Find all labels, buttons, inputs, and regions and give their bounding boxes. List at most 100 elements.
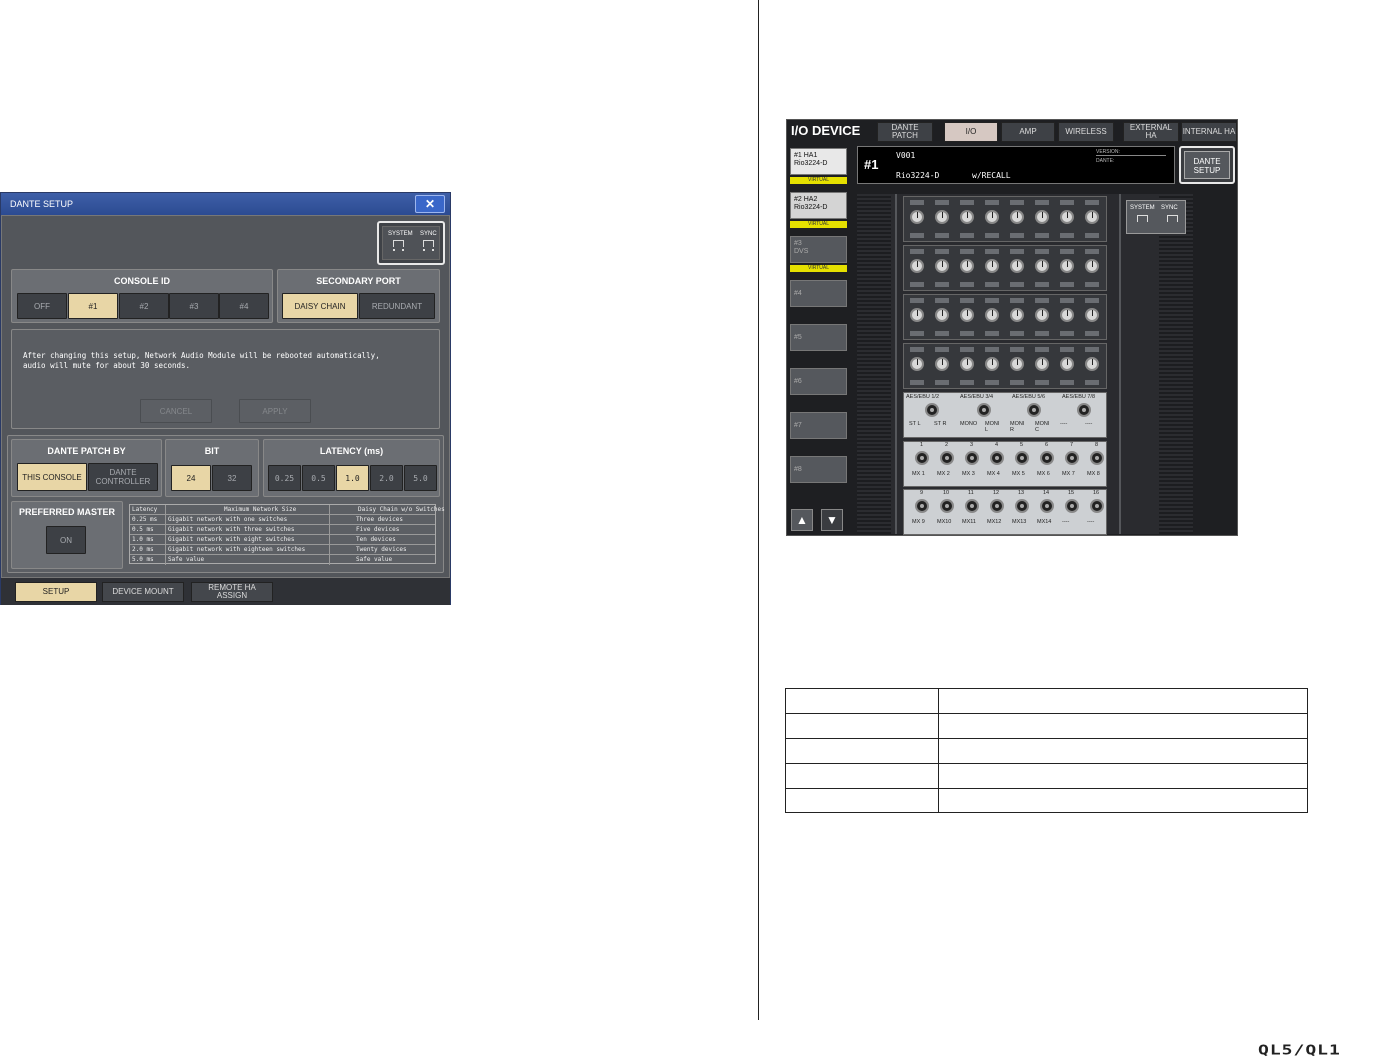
gain-knob-icon[interactable] <box>1010 357 1024 371</box>
system-sync-indicator[interactable]: SYSTEM SYNC <box>377 221 445 265</box>
led-indicator <box>1010 380 1024 385</box>
gain-knob-icon[interactable] <box>1010 210 1024 224</box>
latency-20-button[interactable]: 2.0 <box>370 465 403 491</box>
gain-knob-icon[interactable] <box>1060 259 1074 273</box>
gain-knob-icon[interactable] <box>1035 210 1049 224</box>
tab-setup[interactable]: SETUP <box>15 582 97 602</box>
gain-knob-icon[interactable] <box>910 357 924 371</box>
tab-device-mount[interactable]: DEVICE MOUNT <box>102 582 184 602</box>
led-indicator <box>960 331 974 336</box>
latency-05-button[interactable]: 0.5 <box>302 465 335 491</box>
gain-knob-icon[interactable] <box>960 259 974 273</box>
close-button[interactable]: ✕ <box>415 195 445 213</box>
slot-4[interactable]: #4 <box>790 280 847 307</box>
tab-amp[interactable]: AMP <box>1001 122 1055 142</box>
gain-knob-icon[interactable] <box>1060 357 1074 371</box>
tab-external-ha[interactable]: EXTERNAL HA <box>1123 122 1179 142</box>
table-row <box>786 788 1307 789</box>
tab-remote-ha-assign[interactable]: REMOTE HA ASSIGN <box>191 582 273 602</box>
latency-50-button[interactable]: 5.0 <box>404 465 437 491</box>
latency-025-button[interactable]: 0.25 <box>268 465 301 491</box>
gain-knob-icon[interactable] <box>1035 308 1049 322</box>
led-indicator <box>1085 249 1099 254</box>
gain-knob-icon[interactable] <box>935 357 949 371</box>
gain-knob-icon[interactable] <box>1035 259 1049 273</box>
led-indicator <box>1035 200 1049 205</box>
tab-io[interactable]: I/O <box>944 122 998 142</box>
mix-out-unit-1[interactable]: 1 2 3 4 5 6 7 8 MX 1 MX 2 MX 3 MX 4 MX 5… <box>903 441 1107 487</box>
console-id-1[interactable]: #1 <box>68 293 118 319</box>
bit-24-button[interactable]: 24 <box>171 465 211 491</box>
gain-knob-icon[interactable] <box>1010 259 1024 273</box>
redundant-button[interactable]: REDUNDANT <box>359 293 435 319</box>
scroll-up-button[interactable]: ▲ <box>791 509 813 531</box>
recall-status: w/RECALL <box>972 171 1011 180</box>
gain-knob-icon[interactable] <box>985 357 999 371</box>
led-indicator <box>960 380 974 385</box>
ha-unit-2[interactable] <box>903 245 1107 291</box>
led-indicator <box>1085 298 1099 303</box>
ha-unit-1[interactable] <box>903 196 1107 242</box>
io-device-window: I/O DEVICE DANTE PATCH I/O AMP WIRELESS … <box>786 119 1238 536</box>
dante-patch-by-title: DANTE PATCH BY <box>47 446 126 456</box>
gain-knob-icon[interactable] <box>1085 308 1099 322</box>
gain-knob-icon[interactable] <box>1085 259 1099 273</box>
slot-1[interactable]: #1 HA1 Rio3224-D <box>790 148 847 175</box>
slot-5[interactable]: #5 <box>790 324 847 351</box>
tab-wireless[interactable]: WIRELESS <box>1058 122 1114 142</box>
latency-10-button[interactable]: 1.0 <box>336 465 369 491</box>
aes-ebu-unit[interactable]: AES/EBU 1/2 AES/EBU 3/4 AES/EBU 5/6 AES/… <box>903 392 1107 438</box>
gain-knob-icon[interactable] <box>1085 357 1099 371</box>
gain-knob-icon[interactable] <box>985 210 999 224</box>
gain-knob-icon[interactable] <box>935 210 949 224</box>
aes-connector-icon <box>1027 403 1041 417</box>
bit-32-button[interactable]: 32 <box>212 465 252 491</box>
gain-knob-icon[interactable] <box>960 210 974 224</box>
slot-7[interactable]: #7 <box>790 412 847 439</box>
gain-knob-icon[interactable] <box>910 210 924 224</box>
gain-knob-icon[interactable] <box>910 259 924 273</box>
led-indicator <box>1060 249 1074 254</box>
gain-knob-icon[interactable] <box>910 308 924 322</box>
cancel-button[interactable]: CANCEL <box>140 399 212 423</box>
daisy-chain-button[interactable]: DAISY CHAIN <box>282 293 358 319</box>
slot-3[interactable]: #3 DVS <box>790 236 847 263</box>
rio-rack: AES/EBU 1/2 AES/EBU 3/4 AES/EBU 5/6 AES/… <box>857 194 1193 535</box>
led-indicator <box>960 233 974 238</box>
console-id-3[interactable]: #3 <box>169 293 219 319</box>
gain-knob-icon[interactable] <box>1035 357 1049 371</box>
tab-internal-ha[interactable]: INTERNAL HA <box>1181 122 1237 142</box>
system-sync-indicator[interactable]: SYSTEM SYNC <box>1126 200 1186 234</box>
gain-knob-icon[interactable] <box>985 259 999 273</box>
gain-knob-icon[interactable] <box>1085 210 1099 224</box>
led-indicator <box>1010 298 1024 303</box>
dante-setup-button[interactable]: DANTE SETUP <box>1179 146 1235 184</box>
slot-8[interactable]: #8 <box>790 456 847 483</box>
console-id-4[interactable]: #4 <box>219 293 269 319</box>
gain-knob-icon[interactable] <box>935 308 949 322</box>
preferred-master-on-button[interactable]: ON <box>46 526 86 554</box>
led-indicator <box>1010 233 1024 238</box>
slot-2[interactable]: #2 HA2 Rio3224-D <box>790 192 847 219</box>
gain-knob-icon[interactable] <box>1060 210 1074 224</box>
apply-button[interactable]: APPLY <box>239 399 311 423</box>
sync-icon <box>423 240 434 247</box>
console-id-2[interactable]: #2 <box>119 293 169 319</box>
mix-out-unit-2[interactable]: 9 10 11 12 13 14 15 16 MX 9 MX10 MX11 MX… <box>903 489 1107 535</box>
scroll-down-button[interactable]: ▼ <box>821 509 843 531</box>
tab-dante-patch[interactable]: DANTE PATCH <box>877 122 933 142</box>
this-console-button[interactable]: THIS CONSOLE <box>17 463 87 491</box>
gain-knob-icon[interactable] <box>1060 308 1074 322</box>
gain-knob-icon[interactable] <box>960 357 974 371</box>
virtual-tag: VIRTUAL <box>790 265 847 272</box>
gain-knob-icon[interactable] <box>935 259 949 273</box>
ha-unit-3[interactable] <box>903 294 1107 340</box>
ha-unit-4[interactable] <box>903 343 1107 389</box>
slot-6[interactable]: #6 <box>790 368 847 395</box>
dante-controller-button[interactable]: DANTE CONTROLLER <box>88 463 158 491</box>
gain-knob-icon[interactable] <box>985 308 999 322</box>
led-indicator <box>1060 298 1074 303</box>
gain-knob-icon[interactable] <box>960 308 974 322</box>
gain-knob-icon[interactable] <box>1010 308 1024 322</box>
console-id-off[interactable]: OFF <box>17 293 67 319</box>
